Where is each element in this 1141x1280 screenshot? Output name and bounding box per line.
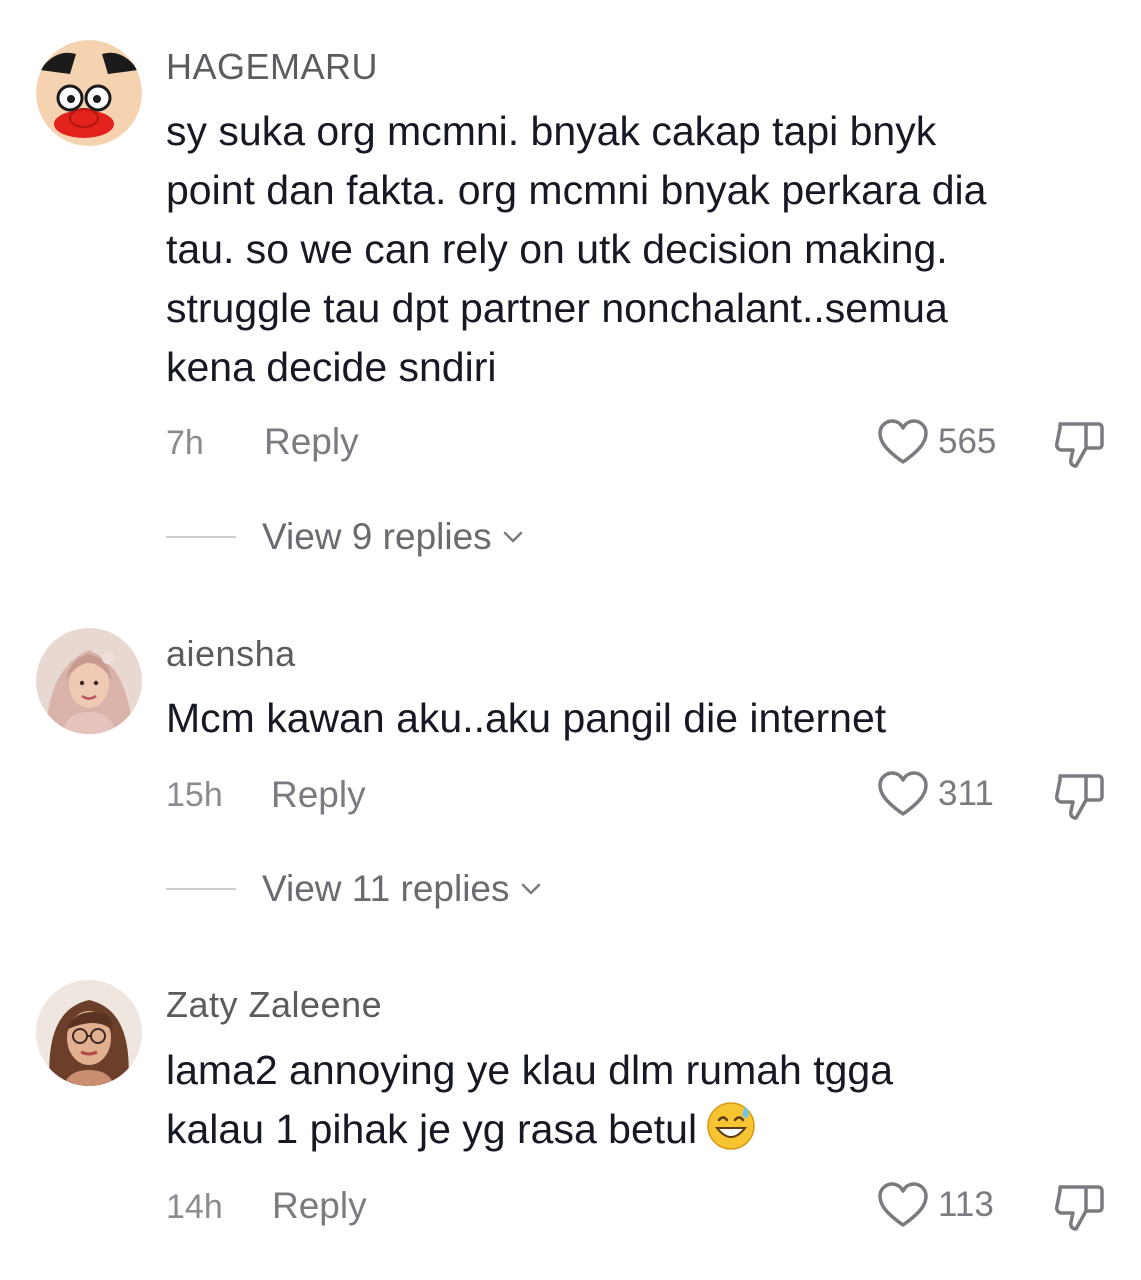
heart-outline-icon [876, 770, 930, 818]
comment-text-body: lama2 annoying ye klau dlm rumah tgga ka… [166, 1047, 894, 1152]
like-button[interactable]: 565 [876, 418, 996, 466]
zaty-zaleene-avatar-image [36, 980, 142, 1086]
comment-timestamp: 7h [166, 424, 204, 462]
grinning-sweat-emoji-icon [705, 1100, 757, 1152]
comment-username[interactable]: aiensha [166, 633, 296, 675]
view-replies-label: View 9 replies [262, 516, 492, 557]
view-replies-button[interactable]: View 9 replies [166, 516, 526, 558]
reply-button[interactable]: Reply [272, 1185, 367, 1227]
aiensha-avatar-image [36, 628, 142, 734]
heart-outline-icon [876, 1181, 930, 1229]
avatar[interactable] [36, 980, 142, 1086]
dislike-button[interactable] [1050, 766, 1108, 824]
comment-username[interactable]: HAGEMARU [166, 46, 378, 88]
reply-button[interactable]: Reply [271, 774, 366, 816]
comment-text: sy suka org mcmni. bnyak cakap tapi bnyk… [166, 108, 987, 390]
heart-outline-icon [876, 418, 930, 466]
dislike-button[interactable] [1050, 1177, 1108, 1235]
thumbs-down-icon [1050, 414, 1108, 472]
thumbs-down-icon [1050, 1177, 1108, 1235]
chevron-down-icon [500, 524, 526, 550]
comment-username[interactable]: Zaty Zaleene [166, 984, 382, 1026]
comment-text: Mcm kawan aku..aku pangil die internet [166, 695, 887, 741]
comment-timestamp: 15h [166, 776, 223, 814]
view-replies-label: View 11 replies [262, 868, 510, 909]
like-count: 311 [938, 774, 994, 813]
like-button[interactable]: 311 [876, 770, 994, 818]
chevron-down-icon [518, 876, 544, 902]
thumbs-down-icon [1050, 766, 1108, 824]
avatar[interactable] [36, 40, 142, 146]
like-count: 565 [938, 422, 997, 461]
like-button[interactable]: 113 [876, 1181, 994, 1229]
divider [166, 888, 236, 890]
like-count: 113 [938, 1185, 994, 1224]
comment-timestamp: 14h [166, 1188, 223, 1226]
hagemaru-avatar-image [36, 40, 142, 146]
dislike-button[interactable] [1050, 414, 1108, 472]
reply-button[interactable]: Reply [264, 421, 359, 463]
divider [166, 536, 236, 538]
view-replies-button[interactable]: View 11 replies [166, 868, 544, 910]
avatar[interactable] [36, 628, 142, 734]
comment-text: lama2 annoying ye klau dlm rumah tgga ka… [166, 1041, 1126, 1159]
